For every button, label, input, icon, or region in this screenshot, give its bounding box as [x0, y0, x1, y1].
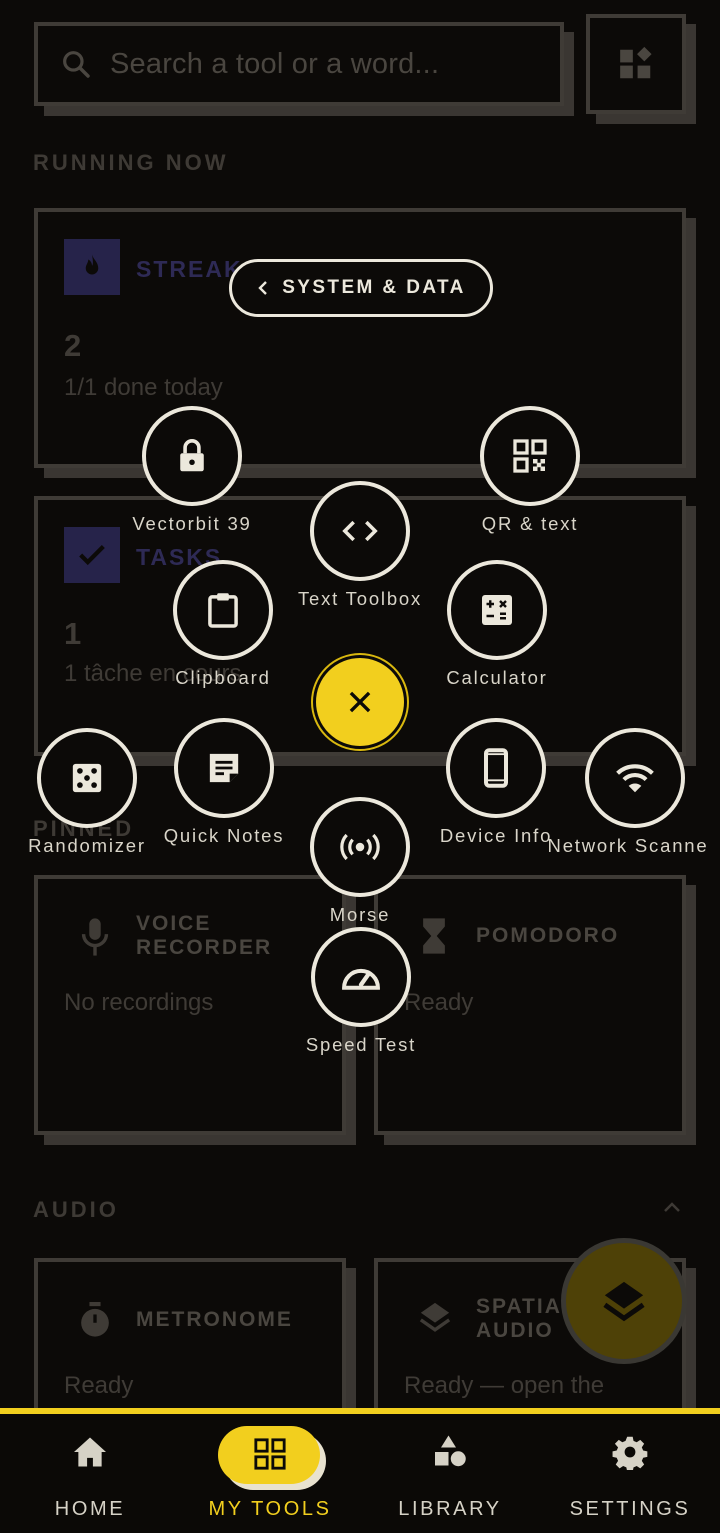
pomodoro-subtitle: Ready [404, 989, 474, 1016]
streak-value: 2 [64, 328, 82, 363]
nav-library[interactable]: LIBRARY [360, 1414, 540, 1533]
hourglass-icon [423, 918, 445, 954]
streak-title: STREAK [136, 256, 243, 282]
qr-code-icon [513, 439, 547, 473]
tool-qr-button[interactable] [480, 406, 580, 506]
chevron-left-icon [258, 281, 268, 295]
tool-morse-label: Morse [329, 904, 391, 925]
category-back-button[interactable]: SYSTEM & DATA [229, 259, 493, 317]
tool-device-info-label: Device Info [439, 825, 553, 846]
shapes-icon [435, 1435, 466, 1467]
stopwatch-icon [81, 1302, 109, 1337]
close-menu-button[interactable] [313, 655, 407, 749]
tool-morse-button[interactable] [310, 797, 410, 897]
check-icon [79, 544, 105, 566]
spatial-audio-title-2: AUDIO [476, 1319, 554, 1342]
close-icon [349, 691, 371, 713]
layers-fab[interactable] [561, 1238, 687, 1364]
bottom-nav: HOME MY TOOLS LIBRARY SETTINGS [0, 1408, 720, 1533]
nav-my-tools-label: MY TOOLS [208, 1498, 332, 1520]
layers-icon [419, 1302, 451, 1332]
tool-network-scanner-label: Network Scanne [547, 835, 709, 856]
calculator-icon [482, 595, 512, 625]
section-audio: AUDIO [33, 1197, 119, 1222]
tool-randomizer-label: Randomizer [28, 835, 146, 856]
voice-recorder-card[interactable]: VOICE RECORDER No recordings [34, 875, 346, 1135]
tool-speed-test-button[interactable] [311, 927, 411, 1027]
voice-recorder-title-2: RECORDER [136, 936, 273, 959]
tool-clipboard-button[interactable] [173, 560, 273, 660]
smartphone-icon [484, 748, 508, 788]
metronome-subtitle: Ready [64, 1372, 134, 1399]
nav-home-label: HOME [54, 1498, 126, 1520]
search-bar[interactable]: Search a tool or a word... [34, 22, 564, 106]
tool-randomizer-button[interactable] [37, 728, 137, 828]
section-running-now: RUNNING NOW [33, 150, 229, 175]
microphone-icon [81, 918, 109, 956]
metronome-card[interactable]: METRONOME Ready [34, 1258, 346, 1410]
code-icon [342, 520, 378, 542]
nav-settings-label: SETTINGS [569, 1498, 691, 1520]
grid-icon [254, 1438, 286, 1470]
voice-recorder-subtitle: No recordings [64, 989, 214, 1016]
tool-qr-label: QR & text [481, 513, 579, 534]
pomodoro-title: POMODORO [476, 924, 620, 947]
nav-home[interactable]: HOME [0, 1414, 180, 1533]
tool-text-toolbox-label: Text Toolbox [297, 588, 423, 609]
search-icon [63, 51, 90, 78]
chevron-up-icon[interactable] [662, 1198, 682, 1218]
wifi-icon [616, 764, 654, 793]
tasks-value: 1 [64, 616, 82, 651]
tool-quick-notes-button[interactable] [174, 718, 274, 818]
streak-subtitle: 1/1 done today [64, 374, 223, 401]
pomodoro-card[interactable]: POMODORO Ready [374, 875, 686, 1135]
tool-quick-notes-label: Quick Notes [163, 825, 285, 846]
broadcast-icon [340, 833, 380, 861]
tool-text-toolbox-button[interactable] [310, 481, 410, 581]
tool-calculator-button[interactable] [447, 560, 547, 660]
tool-network-scanner-button[interactable] [585, 728, 685, 828]
tool-clipboard-label: Clipboard [175, 667, 271, 688]
tool-calculator-label: Calculator [446, 667, 548, 688]
tool-vectorbit-button[interactable] [142, 406, 242, 506]
check-badge [64, 527, 120, 583]
lock-icon [180, 438, 204, 472]
category-label: SYSTEM & DATA [282, 277, 466, 298]
gear-icon [612, 1436, 648, 1470]
voice-recorder-title-1: VOICE [136, 912, 212, 935]
nav-settings[interactable]: SETTINGS [540, 1414, 720, 1533]
speedometer-icon [342, 968, 380, 990]
flame-icon [85, 254, 99, 275]
flame-badge [64, 239, 120, 295]
tool-vectorbit-label: Vectorbit 39 [132, 513, 252, 534]
clipboard-icon [208, 593, 238, 628]
home-icon [74, 1437, 106, 1467]
dice-icon [72, 763, 102, 793]
nav-my-tools[interactable]: MY TOOLS [180, 1414, 360, 1533]
tool-device-info-button[interactable] [446, 718, 546, 818]
tool-speed-test-label: Speed Test [305, 1034, 417, 1055]
note-icon [209, 753, 239, 783]
search-placeholder: Search a tool or a word... [110, 47, 440, 80]
layers-icon [603, 1281, 645, 1322]
nav-library-label: LIBRARY [398, 1498, 502, 1520]
spatial-audio-subtitle: Ready — open the [404, 1372, 605, 1399]
metronome-title: METRONOME [136, 1308, 293, 1331]
widgets-icon [620, 46, 652, 79]
streak-card[interactable]: STREAK 2 1/1 done today [34, 208, 686, 468]
add-widget-button[interactable] [586, 14, 686, 114]
